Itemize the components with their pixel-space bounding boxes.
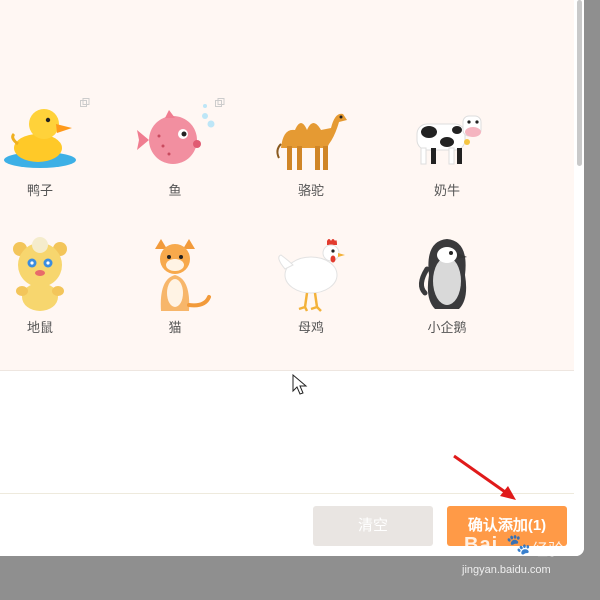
mouse-pointer-icon bbox=[292, 374, 308, 395]
item-label: 猫 bbox=[168, 320, 182, 335]
item-label: 鸭子 bbox=[26, 183, 53, 198]
grid-item-camel[interactable]: 骆驼 bbox=[256, 98, 366, 218]
clear-button[interactable]: 清空 bbox=[313, 506, 433, 546]
watermark-url: jingyan.baidu.com bbox=[462, 564, 551, 576]
item-label: 奶牛 bbox=[433, 183, 460, 198]
grid-item-penguin[interactable]: 小企鹅 bbox=[392, 235, 502, 355]
animal-grid: 鸭子 鱼 骆驼 奶牛 地鼠 猫 母鸡 小企鹅 bbox=[0, 0, 584, 371]
item-label: 骆驼 bbox=[297, 183, 324, 198]
item-label: 小企鹅 bbox=[427, 320, 467, 335]
scrollbar-thumb[interactable] bbox=[577, 0, 582, 166]
item-label: 鱼 bbox=[168, 183, 182, 198]
pin-icon[interactable] bbox=[215, 98, 225, 108]
cat-icon bbox=[155, 239, 211, 311]
grid-item-gopher[interactable]: 地鼠 bbox=[0, 235, 95, 355]
watermark-logo: Bai bbox=[464, 534, 499, 556]
item-label: 地鼠 bbox=[26, 320, 53, 335]
red-arrow-annotation-icon bbox=[453, 454, 516, 500]
gopher-icon bbox=[13, 237, 67, 311]
grid-item-cow[interactable]: 奶牛 bbox=[392, 98, 502, 218]
grid-item-duck[interactable]: 鸭子 bbox=[0, 98, 95, 218]
pufferfish-icon bbox=[137, 104, 215, 164]
grid-item-hen[interactable]: 母鸡 bbox=[256, 235, 366, 355]
camel-icon bbox=[276, 113, 347, 170]
baidu-jingyan-watermark: Bai 🐾 经验 jingyan.baidu.com bbox=[462, 530, 592, 590]
paw-icon: 🐾 bbox=[506, 534, 531, 556]
grid-item-cat[interactable]: 猫 bbox=[120, 235, 230, 355]
duck-icon bbox=[4, 109, 76, 168]
watermark-brand: 经验 bbox=[532, 542, 565, 559]
penguin-icon bbox=[419, 239, 467, 309]
pin-icon[interactable] bbox=[80, 98, 90, 108]
grid-item-fish[interactable]: 鱼 bbox=[120, 98, 230, 218]
item-label: 母鸡 bbox=[297, 320, 324, 335]
hen-icon bbox=[278, 239, 345, 312]
cow-icon bbox=[416, 115, 482, 165]
